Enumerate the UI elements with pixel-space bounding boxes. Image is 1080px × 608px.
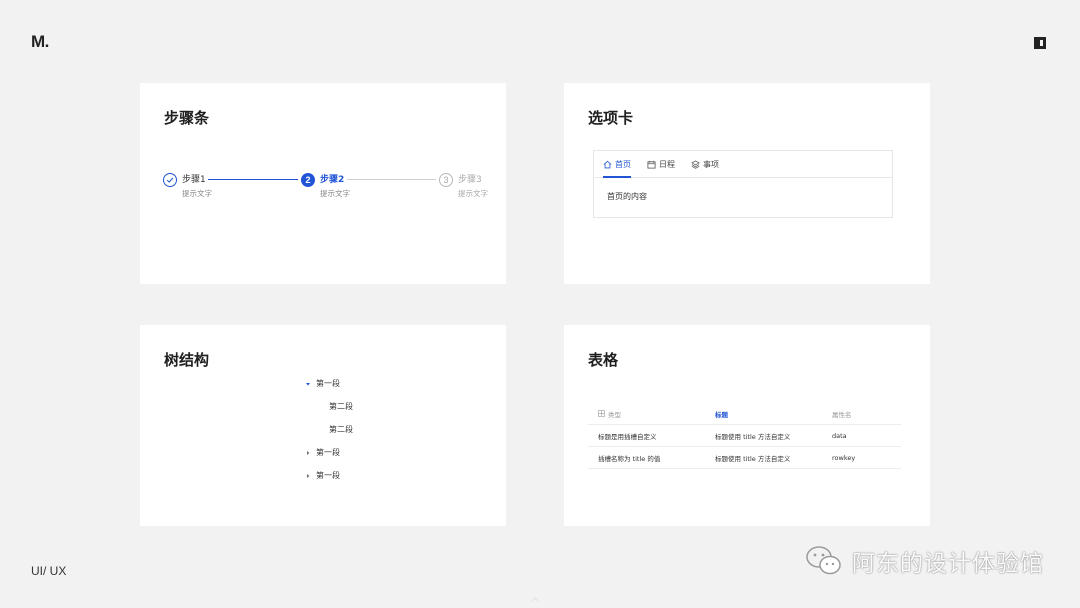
home-icon bbox=[603, 160, 612, 168]
tree-card-title: 树结构 bbox=[164, 351, 210, 369]
tree-node[interactable]: 第一段 bbox=[304, 447, 340, 458]
tabs-component: 首页 日程 事项 首页的内容 bbox=[593, 150, 893, 218]
data-table: 类型 标题 属性名 标题是用插槽自定义 标题使用 title 方法自定义 dat… bbox=[588, 403, 901, 469]
table-header-title[interactable]: 标题 bbox=[705, 409, 822, 419]
tabs-card: 选项卡 首页 日程 事项 首页的内容 bbox=[564, 83, 930, 284]
step-desc: 提示文字 bbox=[182, 189, 212, 198]
wechat-icon bbox=[806, 546, 841, 575]
calendar-icon bbox=[647, 160, 656, 169]
table-row[interactable]: 标题是用插槽自定义 标题使用 title 方法自定义 data bbox=[588, 425, 901, 447]
tab-label: 首页 bbox=[615, 159, 631, 169]
table-row[interactable]: 插槽名称为 title 的值 标题使用 title 方法自定义 rowkey bbox=[588, 447, 901, 469]
tree-node[interactable]: 第一段 bbox=[304, 378, 340, 389]
caret-down-icon[interactable] bbox=[304, 380, 312, 388]
layout-icon bbox=[1034, 37, 1046, 49]
table-header-type[interactable]: 类型 bbox=[588, 409, 705, 419]
tab-tasks[interactable]: 事项 bbox=[691, 151, 719, 177]
step-1[interactable]: 步骤1 提示文字 bbox=[163, 173, 212, 200]
table-cell: data bbox=[832, 431, 847, 440]
caret-right-icon[interactable] bbox=[304, 449, 312, 457]
table-header-label: 类型 bbox=[608, 410, 621, 419]
step-3[interactable]: 3 步骤3 提示文字 bbox=[439, 173, 488, 200]
table-cell: rowkey bbox=[832, 453, 856, 462]
tab-bar: 首页 日程 事项 bbox=[594, 151, 892, 178]
tree-node[interactable]: 第二段 bbox=[329, 401, 353, 412]
table-cell: 标题使用 title 方法自定义 bbox=[715, 432, 791, 441]
tree-node-label: 第一段 bbox=[316, 448, 340, 457]
steps-card: 步骤条 步骤1 提示文字 2 步骤2 提示文字 3 步骤3 提示文字 bbox=[140, 83, 506, 284]
tree-node-label: 第二段 bbox=[329, 425, 353, 434]
tabs-card-title: 选项卡 bbox=[588, 109, 634, 127]
table-cell: 插槽名称为 title 的值 bbox=[598, 454, 661, 463]
caret-right-icon[interactable] bbox=[304, 472, 312, 480]
step-connector-wait bbox=[347, 179, 436, 180]
step-title: 步骤1 bbox=[182, 175, 206, 185]
step-desc: 提示文字 bbox=[320, 189, 350, 198]
table-card-title: 表格 bbox=[588, 351, 619, 369]
chevron-up-icon bbox=[531, 597, 539, 602]
step-number: 2 bbox=[301, 173, 315, 187]
tree-node-label: 第一段 bbox=[316, 379, 340, 388]
table-cell: 标题使用 title 方法自定义 bbox=[715, 454, 791, 463]
tab-schedule[interactable]: 日程 bbox=[647, 151, 675, 177]
tab-home[interactable]: 首页 bbox=[603, 151, 631, 178]
tree-node-label: 第一段 bbox=[316, 471, 340, 480]
step-connector-done bbox=[208, 179, 298, 180]
brand-logo: M. bbox=[31, 32, 49, 51]
table-header-attr[interactable]: 属性名 bbox=[822, 409, 901, 419]
watermark: 阿东的设计体验馆 bbox=[804, 544, 1044, 578]
check-icon bbox=[163, 173, 177, 187]
grid-icon bbox=[598, 410, 605, 417]
step-2[interactable]: 2 步骤2 提示文字 bbox=[301, 173, 350, 200]
tree-node[interactable]: 第一段 bbox=[304, 470, 340, 481]
tab-label: 日程 bbox=[659, 159, 675, 169]
table-card: 表格 类型 标题 属性名 标题是用插槽自定义 标题使用 title 方法自定义 … bbox=[564, 325, 930, 526]
layers-icon bbox=[691, 159, 700, 169]
table-cell: 标题是用插槽自定义 bbox=[598, 432, 657, 441]
watermark-text: 阿东的设计体验馆 bbox=[852, 551, 1044, 577]
tree-node-label: 第二段 bbox=[329, 402, 353, 411]
step-number: 3 bbox=[439, 173, 453, 187]
step-title: 步骤2 bbox=[320, 175, 345, 185]
step-title: 步骤3 bbox=[458, 175, 482, 185]
tree-node[interactable]: 第二段 bbox=[329, 424, 353, 435]
steps-card-title: 步骤条 bbox=[164, 109, 210, 127]
tab-label: 事项 bbox=[703, 159, 719, 169]
step-desc: 提示文字 bbox=[458, 189, 488, 198]
footer-label: UI/ UX bbox=[31, 564, 67, 578]
tree-card: 树结构 第一段 第二段 第二段 第一段 第一段 bbox=[140, 325, 506, 526]
table-header-row: 类型 标题 属性名 bbox=[588, 403, 901, 425]
tab-panel-content: 首页的内容 bbox=[607, 192, 647, 201]
